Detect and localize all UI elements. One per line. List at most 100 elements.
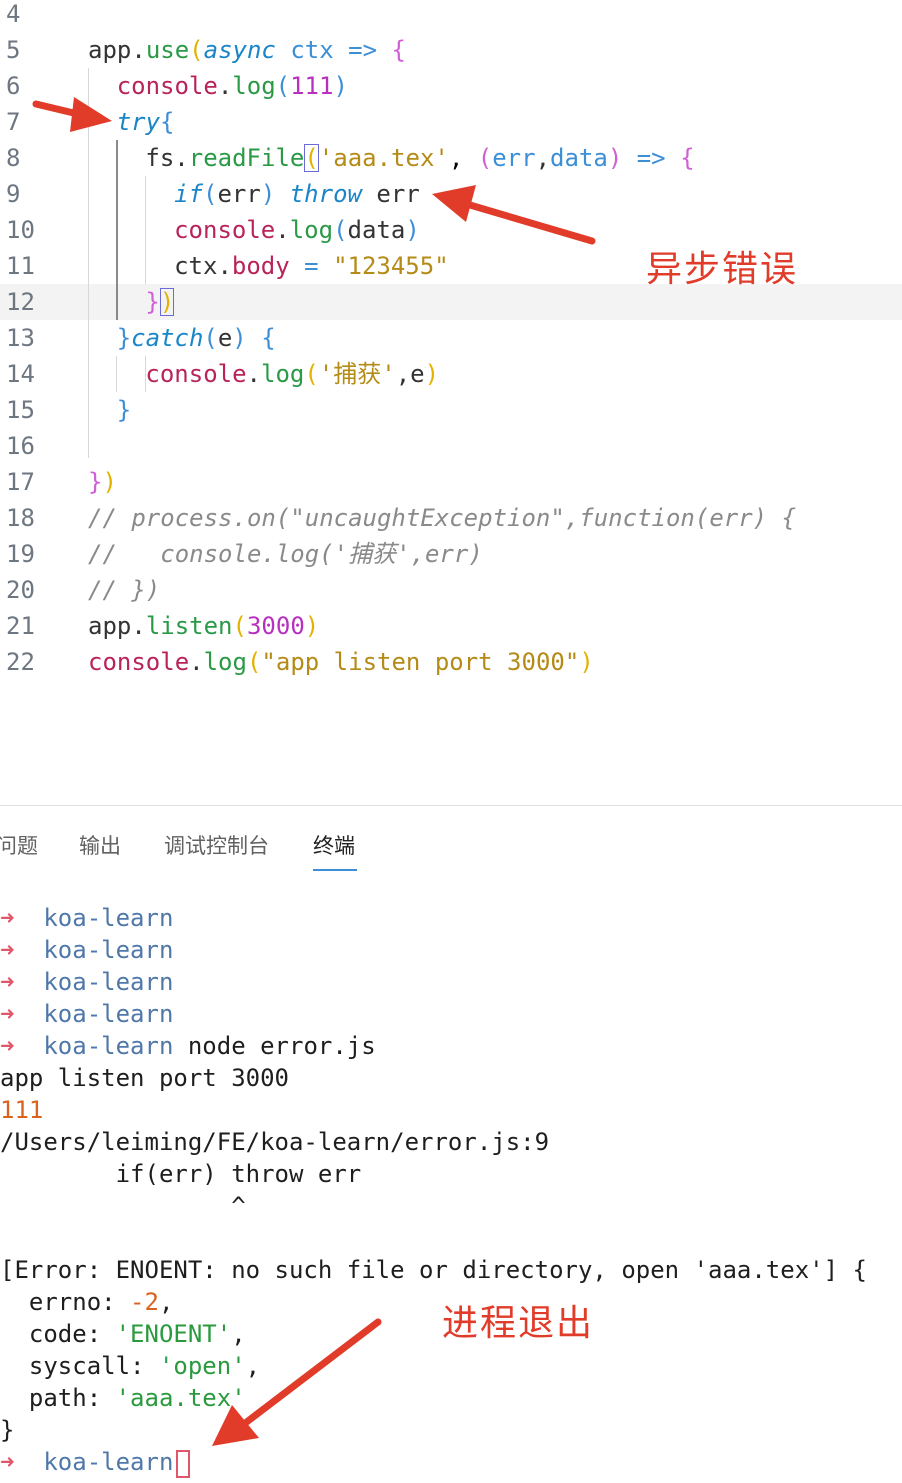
code-token: e <box>217 324 233 352</box>
code-token: "app listen port 3000" <box>261 648 580 676</box>
code-token: console <box>145 360 247 388</box>
terminal-prompt-line: ➜ koa-learn <box>0 902 173 934</box>
code-token: . <box>217 72 233 100</box>
code-token: . <box>174 144 189 172</box>
code-token: ) <box>102 468 117 496</box>
code-token: { <box>680 144 695 172</box>
line-content: try{ <box>117 104 175 140</box>
code-line[interactable]: 17}) <box>0 464 902 500</box>
code-editor[interactable]: 4 5 app.use(async ctx => {6 console.log(111… <box>0 0 902 805</box>
code-token: } <box>88 468 103 496</box>
code-line[interactable]: 22 console.log("app listen port 3000") <box>0 644 902 680</box>
code-token: ( <box>304 144 319 172</box>
indent-guide-active <box>116 140 118 320</box>
indent-guide <box>145 176 146 284</box>
tab-output[interactable]: 输出 <box>79 830 121 860</box>
code-token: use <box>145 36 190 64</box>
code-line[interactable]: 5 app.use(async ctx => { <box>0 32 902 68</box>
code-line[interactable]: 19 // console.log('捕获',err) <box>0 536 902 572</box>
path-key: path: <box>0 1384 116 1412</box>
line-number: 14 <box>6 360 35 388</box>
line-number: 17 <box>6 468 35 496</box>
code-token: . <box>217 252 232 280</box>
tab-debug-console[interactable]: 调试控制台 <box>164 830 269 860</box>
code-line[interactable]: 16 <box>0 428 902 464</box>
prompt-arrow-icon: ➜ <box>0 1032 15 1060</box>
code-key: code: <box>0 1320 116 1348</box>
code-line[interactable]: 8 fs.readFile('aaa.tex', (err,data) => { <box>0 140 902 176</box>
terminal-prompt-line: ➜ koa-learn <box>0 1446 173 1478</box>
line-content: if(err) throw err <box>174 176 420 212</box>
code-token: ( <box>246 648 262 676</box>
code-token: } <box>116 324 132 352</box>
prompt-directory: koa-learn <box>43 1448 174 1476</box>
line-number: 8 <box>6 144 21 172</box>
code-token: listen <box>145 612 233 640</box>
code-token: '捕获' <box>318 360 396 388</box>
line-content: }catch(e) { <box>117 320 276 356</box>
output-errno-line: errno: -2, <box>0 1288 174 1316</box>
code-line[interactable]: 4 <box>0 0 902 32</box>
code-token: // console.log('捕获',err) <box>88 540 483 568</box>
output-code-line: code: 'ENOENT', <box>0 1320 246 1348</box>
prompt-directory: koa-learn <box>43 1032 174 1060</box>
output-caret-line: ^ <box>0 1192 246 1220</box>
code-line[interactable]: 14 console.log('捕获',e) <box>0 356 902 392</box>
code-line[interactable]: 6 console.log(111) <box>0 68 902 104</box>
line-number: 11 <box>6 252 35 280</box>
code-token: 'aaa.tex' <box>318 144 449 172</box>
code-token: if <box>174 180 203 208</box>
code-token: ) <box>424 360 440 388</box>
line-content: console.log('捕获',e) <box>145 356 439 392</box>
errno-value: -2 <box>130 1288 159 1316</box>
code-line[interactable]: 15} <box>0 392 902 428</box>
code-token: { <box>261 324 276 352</box>
code-token: err <box>217 180 261 208</box>
bottom-panel: 问题 输出 调试控制台 终端 ➜ koa-learn ➜ koa-learn ➜… <box>0 805 902 1483</box>
code-line[interactable]: 21 app.listen(3000) <box>0 608 902 644</box>
code-line[interactable]: 18 // process.on("uncaughtException",func… <box>0 500 902 536</box>
prompt-arrow-icon: ➜ <box>0 1000 15 1028</box>
code-line[interactable]: 7 try{ <box>0 104 902 140</box>
code-line[interactable]: 20 // }) <box>0 572 902 608</box>
code-token: } <box>145 288 160 316</box>
code-token: 111 <box>290 72 334 100</box>
code-token: data <box>550 144 608 172</box>
errno-key: errno: <box>0 1288 131 1316</box>
code-token: ( <box>189 36 204 64</box>
code-token: ctx <box>290 36 334 64</box>
line-content: app.use(async ctx => { <box>88 32 406 68</box>
terminal-cursor[interactable] <box>176 1450 190 1478</box>
code-token: err <box>492 144 536 172</box>
line-content: console.log(data) <box>174 212 420 248</box>
line-number: 10 <box>6 216 35 244</box>
prompt-directory: koa-learn <box>43 936 174 964</box>
tab-terminal[interactable]: 终端 <box>313 830 355 860</box>
tab-problems[interactable]: 问题 <box>0 830 38 860</box>
line-number: 9 <box>6 180 21 208</box>
code-token: , <box>395 360 411 388</box>
code-token: ( <box>304 360 319 388</box>
line-content: console.log("app listen port 3000") <box>88 644 594 680</box>
line-content: // process.on("uncaughtException",functi… <box>88 500 796 536</box>
code-token: ) <box>260 180 276 208</box>
code-token: log <box>289 216 334 244</box>
code-line[interactable]: 9 if(err) throw err <box>0 176 902 212</box>
code-token: ) <box>405 216 420 244</box>
code-token: "123455" <box>333 252 449 280</box>
line-content: } <box>117 392 131 428</box>
output-listen-line: app listen port 3000 <box>0 1064 289 1092</box>
output-error-location: /Users/leiming/FE/koa-learn/error.js:9 <box>0 1128 550 1156</box>
code-token: err <box>361 180 420 208</box>
code-token: = <box>304 252 319 280</box>
code-token: try <box>116 108 161 136</box>
code-token: ( <box>333 216 348 244</box>
output-error-code-line: if(err) throw err <box>0 1160 362 1188</box>
code-token: body <box>231 252 290 280</box>
code-token: readFile <box>188 144 305 172</box>
code-line[interactable]: 13}catch(e) { <box>0 320 902 356</box>
